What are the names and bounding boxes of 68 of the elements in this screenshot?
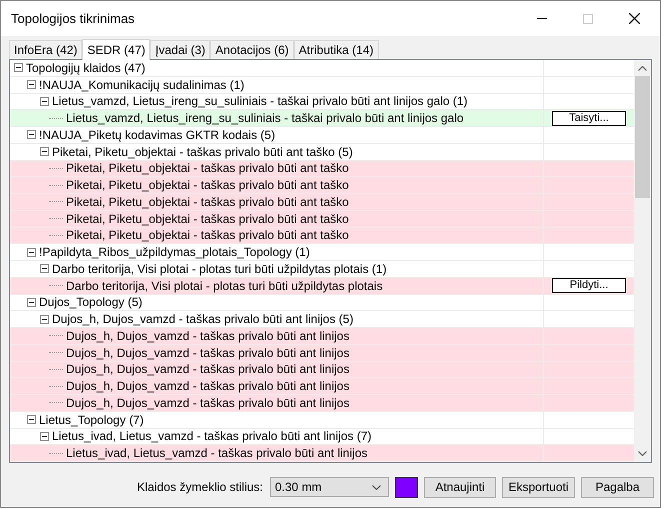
error-label: Dujos_h, Dujos_vamzd - taškas privalo būti ant linijos — [66, 328, 350, 344]
collapse-icon[interactable] — [27, 248, 36, 257]
tree-node-label[interactable]: !NAUJA_Piketų kodavimas GKTR kodais (5) — [39, 127, 276, 143]
tree-node-label[interactable]: Lietus_vamzd, Lietus_ireng_su_suliniais - taškai privalo būti ant linijos galo (1) — [52, 94, 468, 110]
error-label: Dujos_h, Dujos_vamzd - taškas privalo būti ant linijos — [66, 362, 350, 378]
error-label: Lietus_ivad, Lietus_vamzd - taškas privalo būti ant linijos — [66, 445, 368, 461]
error-label: Dujos_h, Dujos_vamzd - taškas privalo būti ant linijos — [66, 378, 350, 394]
tree-node-label[interactable]: !NAUJA_Komunikacijų sudalinimas (1) — [39, 76, 244, 92]
collapse-icon[interactable] — [40, 314, 49, 324]
tree-node-label[interactable]: Darbo teritorija, Visi plotai - plotas turi būti užpildytas plotais (1) — [52, 261, 387, 277]
tree-row[interactable]: Piketai, Piketu_objektai - taškas privalo būti ant taško — [10, 228, 634, 244]
collapse-icon[interactable] — [40, 147, 49, 156]
error-label: Darbo teritorija, Visi plotai - plotas turi būti užpildytas plotais — [66, 278, 383, 294]
collapse-icon[interactable] — [27, 415, 36, 424]
tree-row[interactable]: Piketai, Piketu_objektai - taškas privalo būti ant taško — [10, 210, 634, 228]
tree-node-label[interactable]: Lietus_ivad, Lietus_vamzd - taškas privalo būti ant linijos (7) — [52, 428, 372, 444]
collapse-icon[interactable] — [27, 80, 36, 90]
footer-button[interactable]: Atnaujinti — [424, 476, 496, 498]
error-label: Piketai, Piketu_objektai - taškas privalo būti ant taško — [66, 228, 349, 244]
collapse-icon[interactable] — [40, 432, 49, 441]
collapse-icon[interactable] — [27, 298, 36, 307]
tree-row[interactable]: Lietus_ivad, Lietus_vamzd - taškas privalo būti ant linijos — [10, 445, 634, 462]
tree-row[interactable]: Dujos_h, Dujos_vamzd - taškas privalo būti ant linijos — [10, 362, 634, 378]
tree-node-label[interactable]: Piketai, Piketu_objektai - taškas privalo būti ant taško (5) — [52, 144, 353, 160]
scroll-up-icon[interactable] — [638, 66, 647, 71]
style-dropdown[interactable]: 0.30 mm — [270, 477, 389, 497]
action-button[interactable]: Taisyti... — [552, 110, 626, 126]
tree-row[interactable]: Dujos_h, Dujos_vamzd - taškas privalo būti ant linijos — [10, 395, 634, 412]
collapse-icon[interactable] — [40, 264, 49, 274]
footer-button[interactable]: Pagalba — [581, 476, 654, 498]
error-label: Piketai, Piketu_objektai - taškas privalo būti ant taško — [66, 177, 349, 193]
tree-row[interactable]: Piketai, Piketu_objektai - taškas privalo būti ant taško — [10, 160, 634, 178]
tree-row[interactable]: Dujos_h, Dujos_vamzd - taškas privalo būti ant linijos — [10, 344, 634, 362]
tree-node-label[interactable]: Lietus_Topology (7) — [39, 412, 144, 428]
scroll-thumb[interactable] — [635, 76, 650, 198]
tree-node-label[interactable]: Dujos_Topology (5) — [39, 294, 142, 310]
tab[interactable]: Anotacijos (6) — [210, 40, 294, 59]
tree-row[interactable]: Dujos_h, Dujos_vamzd - taškas privalo būti ant linijos — [10, 328, 634, 345]
tab[interactable]: Atributika (14) — [294, 40, 378, 59]
tree-row[interactable]: Darbo teritorija, Visi plotai - plotas turi būti užpildytas plotais Pildyti... — [10, 278, 634, 294]
action-button[interactable]: Pildyti... — [552, 278, 626, 294]
footer-button[interactable]: Eksportuoti — [502, 476, 575, 498]
collapse-icon[interactable] — [14, 63, 23, 72]
error-label: Piketai, Piketu_objektai - taškas privalo būti ant taško — [66, 194, 349, 210]
tree-row[interactable]: Dujos_h, Dujos_vamzd - taškas privalo būti ant linijos — [10, 378, 634, 395]
style-label: Klaidos žymeklio stilius: — [136, 479, 263, 496]
error-label: Dujos_h, Dujos_vamzd - taškas privalo būti ant linijos — [66, 344, 350, 360]
error-label: Lietus_vamzd, Lietus_ireng_su_suliniais - taškai privalo būti ant linijos galo — [66, 110, 464, 126]
tree-node-label[interactable]: !Papildyta_Ribos_užpildymas_plotais_Topology (1) — [39, 244, 310, 260]
scrollbar[interactable] — [634, 60, 651, 462]
collapse-icon[interactable] — [40, 96, 49, 106]
scroll-down-icon[interactable] — [638, 451, 647, 456]
caret-icon — [372, 484, 381, 490]
tree-node-label[interactable]: Topologijų klaidos (47) — [26, 60, 146, 76]
error-label: Piketai, Piketu_objektai - taškas privalo būti ant taško — [66, 210, 349, 226]
tab[interactable]: SEDR (47) — [82, 39, 150, 60]
collapse-icon[interactable] — [27, 130, 36, 140]
color-swatch[interactable] — [395, 476, 418, 498]
error-label: Piketai, Piketu_objektai - taškas privalo būti ant taško — [66, 160, 349, 176]
tree-row[interactable]: Piketai, Piketu_objektai - taškas privalo būti ant taško — [10, 194, 634, 211]
window-title: Topologijos tikrinimas — [11, 10, 135, 28]
tree-node-label[interactable]: Dujos_h, Dujos_vamzd - taškas privalo būti ant linijos (5) — [52, 311, 354, 327]
close-icon[interactable] — [629, 13, 640, 24]
tree-row[interactable]: Piketai, Piketu_objektai - taškas privalo būti ant taško — [10, 177, 634, 194]
tree-row[interactable]: Lietus_vamzd, Lietus_ireng_su_suliniais - taškai privalo būti ant linijos galo Taisyti... — [10, 110, 634, 127]
tab[interactable]: InfoEra (42) — [9, 40, 82, 59]
tab[interactable]: Įvadai (3) — [150, 40, 210, 59]
error-label: Dujos_h, Dujos_vamzd - taškas privalo būti ant linijos — [66, 395, 350, 411]
